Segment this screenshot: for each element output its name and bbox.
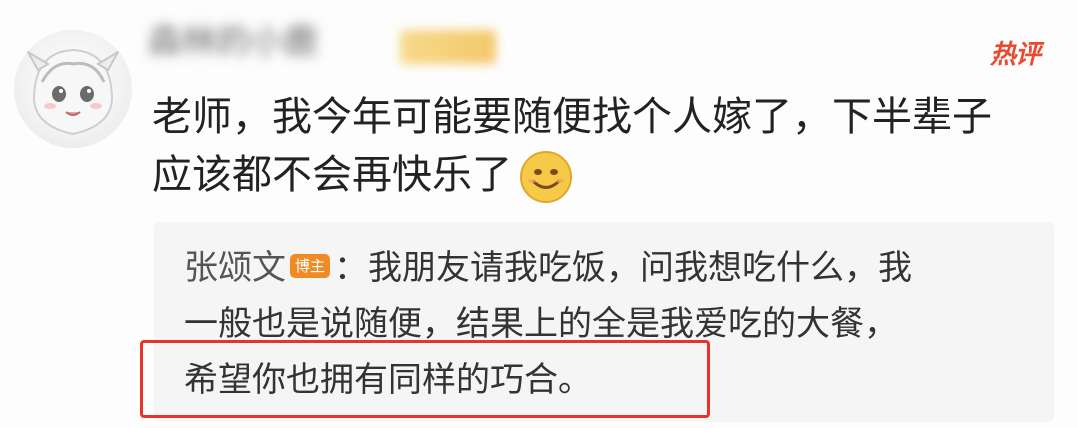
reply-line: 张颂文 博主 ：我朋友请我吃饭，问我想吃什么，我 [184, 240, 1044, 296]
comment-line: 应该都不会再快乐了 [152, 146, 1052, 205]
anime-avatar-icon [25, 48, 121, 136]
reply-author[interactable]: 张颂文 [184, 248, 286, 288]
comment-line-text: 应该都不会再快乐了 [152, 152, 512, 198]
user-level-badge [400, 30, 496, 64]
avatar[interactable] [14, 30, 132, 148]
highlight-box [140, 340, 710, 418]
comment-line: 老师，我今年可能要随便找个人嫁了，下半辈子 [152, 94, 992, 140]
hot-comment-tag: 热评 [990, 40, 1041, 70]
author-badge: 博主 [290, 253, 331, 278]
reply-line-text: ：我朋友请我吃饭，问我想吃什么，我 [334, 248, 913, 288]
username[interactable]: 森林的小鹿 [148, 22, 388, 62]
comment-text: 老师，我今年可能要随便找个人嫁了，下半辈子 应该都不会再快乐了 [152, 88, 1052, 205]
comment-card: 森林的小鹿 热评 老师，我今年可能要随便找个人嫁了，下半辈子 应该都不会再快乐了… [0, 0, 1078, 428]
smiley-face-icon [520, 151, 572, 203]
